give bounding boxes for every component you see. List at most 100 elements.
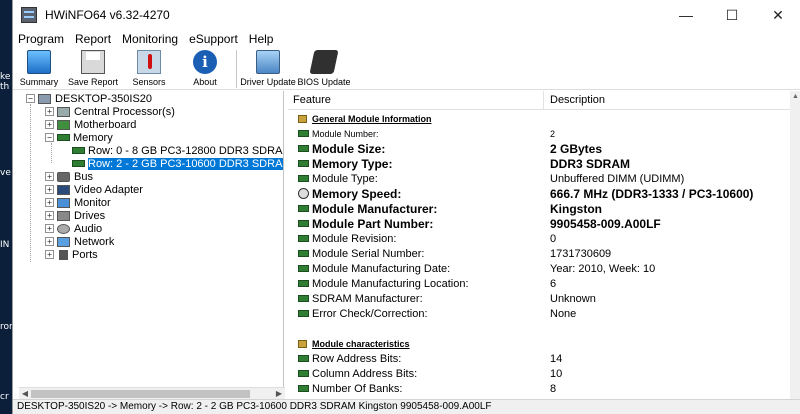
tree-item-motherboard[interactable]: + Motherboard <box>45 118 136 131</box>
about-label: About <box>193 77 217 87</box>
feature-cell: Module Type: <box>298 173 378 185</box>
feature-label: Module Type: <box>312 172 378 185</box>
feature-row[interactable]: Module Size: 2 GBytes <box>288 141 790 156</box>
description-cell: 1731730609 <box>550 247 612 260</box>
feature-row[interactable]: Module Manufacturing Date: Year: 2010, We… <box>288 261 790 276</box>
device-tree[interactable]: − DESKTOP-350IS20 + Central Processor(s)… <box>19 91 284 387</box>
maximize-button[interactable]: ☐ <box>709 0 755 30</box>
computer-icon <box>38 93 51 104</box>
scroll-up-icon[interactable]: ▲ <box>790 91 800 102</box>
expand-icon[interactable]: + <box>45 237 54 246</box>
tree-item-memory[interactable]: − Memory <box>45 131 113 144</box>
description-cell: Unknown <box>550 292 596 305</box>
menu-program[interactable]: Program <box>13 32 70 46</box>
feature-row[interactable]: SDRAM Manufacturer: Unknown <box>288 291 790 306</box>
expand-icon[interactable]: + <box>45 172 54 181</box>
feature-row[interactable]: Memory Type: DDR3 SDRAM <box>288 156 790 171</box>
network-icon <box>57 236 70 247</box>
driver-update-label: Driver Update <box>240 77 296 87</box>
details-grid[interactable]: Feature Description General Module Infor… <box>288 91 790 399</box>
column-header-feature[interactable]: Feature <box>293 94 331 106</box>
tree-item-label: Video Adapter <box>74 183 143 196</box>
toolbar-separator <box>236 50 237 88</box>
expand-icon[interactable]: + <box>45 185 54 194</box>
memory-module-icon <box>298 370 309 377</box>
memory-module-icon <box>298 385 309 392</box>
details-vertical-scrollbar[interactable]: ▲ <box>790 91 800 399</box>
feature-cell: Module Revision: <box>298 233 396 245</box>
expand-icon[interactable]: + <box>45 120 54 129</box>
sensors-label: Sensors <box>132 77 166 87</box>
tree-item-drives[interactable]: + Drives <box>45 209 105 222</box>
feature-row[interactable]: Memory Speed: 666.7 MHz (DDR3-1333 / PC3-… <box>288 186 790 201</box>
feature-label: Number Of Banks: <box>312 382 403 395</box>
column-divider[interactable] <box>543 91 544 110</box>
close-button[interactable]: ✕ <box>755 0 800 30</box>
feature-label: Module Serial Number: <box>312 247 425 260</box>
menu-monitoring[interactable]: Monitoring <box>117 32 184 46</box>
tree-horizontal-scrollbar[interactable]: ◀ ▶ <box>19 387 285 399</box>
collapse-icon[interactable]: − <box>45 133 54 142</box>
feature-label: Module Manufacturer: <box>312 201 438 216</box>
feature-row[interactable]: Module Manufacturing Location: 6 <box>288 276 790 291</box>
feature-row[interactable]: Row Address Bits: 14 <box>288 351 790 366</box>
section-header-row[interactable]: Module characteristics <box>288 336 790 351</box>
expand-icon[interactable]: + <box>45 211 54 220</box>
feature-row[interactable]: Module Number: 2 <box>288 126 790 141</box>
minimize-button[interactable]: — <box>663 0 709 30</box>
tree-item-cpu[interactable]: + Central Processor(s) <box>45 105 175 118</box>
feature-row[interactable]: Module Part Number: 9905458-009.A00LF <box>288 216 790 231</box>
expand-icon[interactable]: + <box>45 250 54 259</box>
desktop-text-fragment: IN <box>0 240 10 250</box>
feature-row[interactable]: Module Manufacturer: Kingston <box>288 201 790 216</box>
driver-update-button[interactable]: Driver Update <box>240 48 296 90</box>
feature-cell: Module Number: <box>298 129 379 139</box>
sensors-button[interactable]: Sensors <box>121 48 177 90</box>
desktop-text-fragment: cr <box>0 392 9 402</box>
feature-row[interactable]: Module Type: Unbuffered DIMM (UDIMM) <box>288 171 790 186</box>
collapse-icon[interactable]: − <box>26 94 35 103</box>
tree-item-memory-row-2[interactable]: Row: 2 - 2 GB PC3-10600 DDR3 SDRAM Kings… <box>72 157 283 170</box>
tree-item-memory-row-0[interactable]: Row: 0 - 8 GB PC3-12800 DDR3 SDRAM Corsa… <box>72 144 283 157</box>
tree-item-network[interactable]: + Network <box>45 235 114 248</box>
scroll-thumb[interactable] <box>31 390 250 398</box>
tree-item-label: Ports <box>72 248 98 261</box>
about-button[interactable]: i About <box>177 48 233 90</box>
bios-update-button[interactable]: BIOS Update <box>296 48 352 90</box>
tree-item-monitor[interactable]: + Monitor <box>45 196 111 209</box>
feature-label: Column Address Bits: <box>312 367 418 380</box>
feature-cell: Column Address Bits: <box>298 368 417 380</box>
description-cell: Year: 2010, Week: 10 <box>550 262 656 275</box>
section-header-row[interactable]: General Module Information <box>288 111 790 126</box>
column-header-description[interactable]: Description <box>550 94 605 106</box>
expand-icon[interactable]: + <box>45 224 54 233</box>
tree-item-bus[interactable]: + Bus <box>45 170 93 183</box>
feature-row[interactable]: Number Of Banks: 8 <box>288 381 790 396</box>
expand-icon[interactable]: + <box>45 198 54 207</box>
title-bar[interactable]: HWiNFO64 v6.32-4270 — ☐ ✕ <box>13 0 800 30</box>
feature-label: Module Manufacturing Date: <box>312 262 451 275</box>
menu-report[interactable]: Report <box>70 32 117 46</box>
expand-icon[interactable]: + <box>45 107 54 116</box>
memory-module-icon <box>298 175 309 182</box>
desktop-text-fragment: th <box>0 82 10 92</box>
feature-cell: Error Check/Correction: <box>298 308 428 320</box>
summary-button[interactable]: Summary <box>13 48 65 90</box>
feature-row[interactable]: Column Address Bits: 10 <box>288 366 790 381</box>
description-cell: 10 <box>550 367 563 380</box>
feature-row[interactable]: Module Revision: 0 <box>288 231 790 246</box>
tree-item-ports[interactable]: + Ports <box>45 248 98 261</box>
feature-row[interactable]: Error Check/Correction: None <box>288 306 790 321</box>
feature-cell: Number Of Banks: <box>298 383 402 395</box>
floppy-disk-icon <box>81 50 105 74</box>
feature-row[interactable]: Module Serial Number: 1731730609 <box>288 246 790 261</box>
tree-item-video-adapter[interactable]: + Video Adapter <box>45 183 143 196</box>
tree-item-label-selected: Row: 2 - 2 GB PC3-10600 DDR3 SDRAM Kings… <box>88 157 283 170</box>
save-report-button[interactable]: Save Report <box>65 48 121 90</box>
feature-label: SDRAM Manufacturer: <box>312 292 423 305</box>
feature-cell: Module Manufacturer: <box>298 202 437 216</box>
menu-esupport[interactable]: eSupport <box>184 32 244 46</box>
tree-item-audio[interactable]: + Audio <box>45 222 102 235</box>
tree-root[interactable]: − DESKTOP-350IS20 <box>26 92 152 105</box>
menu-help[interactable]: Help <box>244 32 280 46</box>
